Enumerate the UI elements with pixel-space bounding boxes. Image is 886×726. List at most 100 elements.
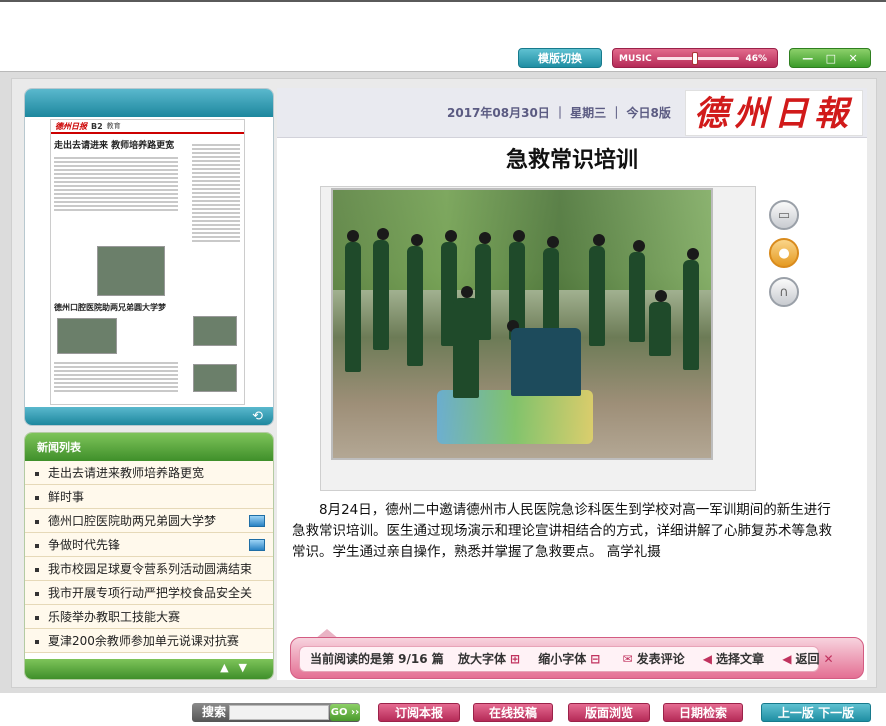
thumbnail-text-block bbox=[51, 153, 181, 215]
news-list-item[interactable]: 争做时代先锋 bbox=[25, 533, 273, 557]
news-list-item[interactable]: 夏津200余教师参加单元说课对抗赛 bbox=[25, 629, 273, 653]
newspaper-page-thumbnail[interactable]: 德州日报 B2 教育 走出去请进来 教师培养路更宽 德州口腔医院助两兄弟圆大学梦 bbox=[50, 119, 245, 405]
reading-toolbar-inner: 当前阅读的是第 9/16 篇 放大字体 ⊞ 缩小字体 ⊟ ✉ 发表评论 ◀ 选择文章 ◀… bbox=[299, 646, 834, 672]
thumbnail-logo: 德州日报 bbox=[55, 121, 87, 131]
news-list-item[interactable]: 德州口腔医院助两兄弟圆大学梦 bbox=[25, 509, 273, 533]
photo-figure bbox=[513, 230, 525, 242]
maximize-icon[interactable]: □ bbox=[826, 49, 836, 67]
minimize-icon[interactable]: — bbox=[802, 49, 813, 67]
photo-figure bbox=[629, 252, 645, 342]
bullet-icon bbox=[35, 495, 39, 500]
picture-icon bbox=[249, 515, 265, 527]
news-item-label: 德州口腔医院助两兄弟圆大学梦 bbox=[48, 514, 217, 528]
thumbnail-page-code: B2 bbox=[91, 121, 103, 131]
shrink-font-button[interactable]: 缩小字体 ⊟ bbox=[538, 652, 604, 666]
thumbnail-footer: ⟲ bbox=[25, 407, 273, 425]
article-body: 8月24日，德州二中邀请德州市人民医院急诊科医生到学校对高一军训期间的新生进行急… bbox=[292, 502, 832, 560]
photo-figure bbox=[377, 228, 389, 240]
close-x-icon: ✕ bbox=[823, 652, 834, 666]
thumbnail-header bbox=[25, 89, 273, 117]
article-panel: 2017年08月30日 ｜ 星期三 ｜ 今日8版 德州日報 急救常识培训 ▭ ●… bbox=[277, 88, 867, 680]
headphones-icon[interactable]: ∩ bbox=[769, 277, 799, 307]
scroll-up-icon[interactable]: ▲ bbox=[220, 661, 238, 674]
issue-date: 2017年08月30日 ｜ 星期三 ｜ 今日8版 bbox=[447, 106, 671, 120]
mail-icon: ✉ bbox=[622, 652, 633, 666]
back-button[interactable]: ◀ 返回 ✕ bbox=[778, 652, 837, 666]
thumbnail-text-block-3 bbox=[51, 358, 181, 396]
news-item-label: 鲜时事 bbox=[48, 490, 85, 504]
article-photo[interactable] bbox=[331, 188, 713, 460]
select-article-button[interactable]: ◀ 选择文章 bbox=[699, 652, 764, 666]
photo-figure bbox=[445, 230, 457, 242]
epaper-page: 模版切换 MUSIC 46% — □ ✕ 德州日报 B2 教育 走出去请进来 教… bbox=[0, 0, 886, 726]
newspaper-logo: 德州日報 bbox=[685, 90, 863, 136]
subscribe-button[interactable]: 订阅本报 bbox=[378, 703, 460, 722]
news-item-label: 夏津200余教师参加单元说课对抗赛 bbox=[48, 634, 239, 648]
video-icon[interactable]: ▭ bbox=[769, 200, 799, 230]
volume-slider-track[interactable] bbox=[657, 57, 739, 60]
news-list-item[interactable]: 我市开展专项行动严把学校食品安全关 bbox=[25, 581, 273, 605]
bullet-icon bbox=[35, 543, 39, 548]
rotate-icon[interactable]: ⟲ bbox=[252, 409, 263, 424]
news-list-panel: 新闻列表 走出去请进来教师培养路更宽鲜时事德州口腔医院助两兄弟圆大学梦 争做时代先… bbox=[24, 432, 274, 680]
prev-next-page-button[interactable]: 上一版 下一版 bbox=[761, 703, 871, 722]
photo-figure bbox=[589, 246, 605, 346]
news-list-scroll: ▲▼ bbox=[220, 661, 257, 674]
template-switch-button[interactable]: 模版切换 bbox=[518, 48, 602, 68]
back-arrow-icon: ◀ bbox=[782, 652, 792, 666]
photo-figure bbox=[511, 328, 581, 396]
photo-figure bbox=[683, 260, 699, 370]
photo-figure bbox=[407, 246, 423, 366]
photo-figure bbox=[649, 302, 671, 356]
date-bar: 2017年08月30日 ｜ 星期三 ｜ 今日8版 德州日報 bbox=[277, 88, 867, 138]
bullet-icon bbox=[35, 615, 39, 620]
bullet-icon bbox=[35, 591, 39, 596]
photo-mat bbox=[437, 390, 593, 444]
thumbnail-photo-3[interactable] bbox=[193, 316, 237, 346]
photo-figure bbox=[655, 290, 667, 302]
thumbnail-photo-4[interactable] bbox=[193, 364, 237, 392]
photo-figure bbox=[373, 240, 389, 350]
photo-figure bbox=[345, 242, 361, 372]
news-item-label: 我市校园足球夏令营系列活动圆满结束 bbox=[48, 562, 253, 576]
news-list-item[interactable]: 我市校园足球夏令营系列活动圆满结束 bbox=[25, 557, 273, 581]
news-list: 走出去请进来教师培养路更宽鲜时事德州口腔医院助两兄弟圆大学梦 争做时代先锋我市校园… bbox=[25, 461, 273, 653]
window-controls: — □ ✕ bbox=[789, 48, 871, 68]
submit-article-button[interactable]: 在线投稿 bbox=[473, 703, 553, 722]
article-title: 急救常识培训 bbox=[505, 148, 638, 173]
photo-figure bbox=[633, 240, 645, 252]
thumbnail-headline-2[interactable]: 德州口腔医院助两兄弟圆大学梦 bbox=[51, 300, 169, 315]
thumbnail-masthead: 德州日报 B2 教育 bbox=[51, 120, 244, 134]
bullet-icon bbox=[35, 519, 39, 524]
close-icon[interactable]: ✕ bbox=[849, 49, 858, 67]
search-input[interactable] bbox=[229, 705, 329, 720]
thumbnail-photo-2[interactable] bbox=[57, 318, 117, 354]
person-icon[interactable]: ● bbox=[769, 238, 799, 268]
photo-figure bbox=[687, 248, 699, 260]
left-arrow-icon: ◀ bbox=[702, 652, 713, 666]
enlarge-font-button[interactable]: 放大字体 ⊞ bbox=[458, 652, 524, 666]
volume-slider-handle[interactable] bbox=[691, 52, 698, 65]
photo-figure bbox=[453, 298, 479, 398]
date-search-button[interactable]: 日期检索 bbox=[663, 703, 743, 722]
bullet-icon bbox=[35, 471, 39, 476]
news-list-item[interactable]: 鲜时事 bbox=[25, 485, 273, 509]
comment-button[interactable]: ✉ 发表评论 bbox=[619, 652, 685, 666]
news-list-item[interactable]: 乐陵举办教职工技能大赛 bbox=[25, 605, 273, 629]
scroll-down-icon[interactable]: ▼ bbox=[239, 661, 257, 674]
photo-figure bbox=[593, 234, 605, 246]
thumbnail-text-block-2 bbox=[189, 140, 243, 246]
page-browse-button[interactable]: 版面浏览 bbox=[568, 703, 650, 722]
reading-toolbar: 当前阅读的是第 9/16 篇 放大字体 ⊞ 缩小字体 ⊟ ✉ 发表评论 ◀ 选择文章 ◀… bbox=[290, 637, 864, 679]
music-label: MUSIC bbox=[619, 54, 652, 64]
news-list-title: 新闻列表 bbox=[25, 433, 273, 461]
search-go-button[interactable]: GO ›› bbox=[330, 704, 360, 721]
thumbnail-photo-1[interactable] bbox=[97, 246, 165, 296]
photo-figure bbox=[461, 286, 473, 298]
photo-figure bbox=[547, 236, 559, 248]
news-item-label: 争做时代先锋 bbox=[48, 538, 121, 552]
news-item-label: 乐陵举办教职工技能大赛 bbox=[48, 610, 181, 624]
minus-icon: ⊟ bbox=[590, 652, 601, 666]
news-list-item[interactable]: 走出去请进来教师培养路更宽 bbox=[25, 461, 273, 485]
music-control[interactable]: MUSIC 46% bbox=[612, 48, 778, 68]
